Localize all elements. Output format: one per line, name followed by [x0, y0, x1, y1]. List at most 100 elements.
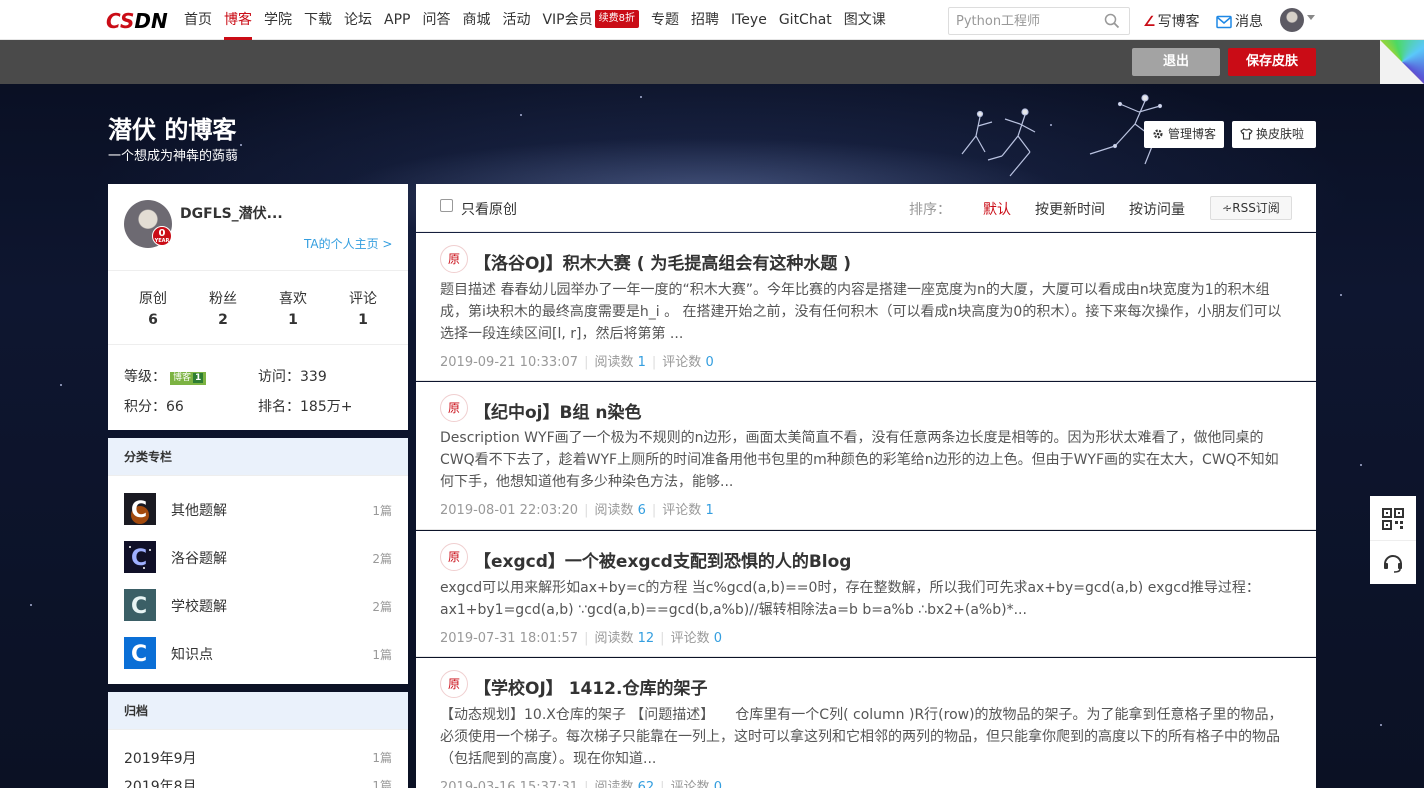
- level-badge[interactable]: 博客 1: [170, 372, 207, 385]
- write-blog-link[interactable]: ∠ 写博客: [1143, 11, 1200, 31]
- article-title[interactable]: 【学校OJ】 1412.仓库的架子: [474, 674, 707, 699]
- category-item[interactable]: C 知识点 1篇: [124, 637, 392, 669]
- archive-item[interactable]: 2019年8月 1篇: [124, 776, 392, 788]
- nav-link-iteye[interactable]: ITeye: [731, 0, 767, 40]
- stat-likes[interactable]: 喜欢 1: [258, 288, 328, 328]
- search-input[interactable]: [949, 8, 1097, 34]
- comments-label: 评论数: [662, 503, 702, 518]
- save-skin-button[interactable]: 保存皮肤: [1228, 48, 1316, 76]
- messages-link[interactable]: 消息: [1216, 11, 1263, 31]
- article-title[interactable]: 【洛谷OJ】积木大赛 ( 为毛提高组会有这种水题 ): [474, 249, 851, 274]
- article-date: 2019-08-01 22:03:20: [440, 503, 579, 518]
- category-name: 学校题解: [171, 599, 227, 615]
- comments-count[interactable]: 0: [714, 631, 722, 646]
- manage-blog-label: 管理博客: [1168, 127, 1217, 141]
- sort-default-option[interactable]: 默认: [983, 199, 1011, 219]
- csdn-logo[interactable]: CSDN: [106, 9, 168, 33]
- logo-suffix: DN: [134, 9, 168, 33]
- nav-link-topics[interactable]: 专题: [651, 0, 679, 40]
- rank-label: 排名：: [258, 399, 300, 415]
- article-item[interactable]: 原 【exgcd】一个被exgcd支配到恐惧的人的Blog exgcd可以用来解…: [416, 531, 1316, 657]
- vip-discount-badge: 续费8折: [594, 10, 639, 28]
- nav-link-events[interactable]: 活动: [502, 0, 530, 40]
- change-skin-button[interactable]: 换皮肤啦: [1232, 121, 1316, 148]
- nav-link-blog[interactable]: 博客: [224, 0, 252, 40]
- nav-link-forum[interactable]: 论坛: [344, 0, 372, 40]
- sort-updated-option[interactable]: 按更新时间: [1035, 199, 1105, 219]
- points-label: 积分：: [124, 399, 166, 415]
- article-title[interactable]: 【纪中oj】B组 n染色: [474, 398, 642, 423]
- only-original-checkbox[interactable]: [440, 199, 453, 212]
- manage-blog-button[interactable]: 管理博客: [1144, 121, 1224, 148]
- nav-link-vip[interactable]: VIP会员 续费8折: [542, 0, 639, 40]
- article-item[interactable]: 原 【学校OJ】 1412.仓库的架子 【动态规划】10.X仓库的架子 【问题描…: [416, 658, 1316, 788]
- profile-name[interactable]: DGFLS_潜伏...: [180, 203, 283, 223]
- category-count: 2篇: [372, 552, 392, 566]
- rss-subscribe-button[interactable]: ∻RSS订阅: [1210, 196, 1292, 220]
- nav-link-mall[interactable]: 商城: [462, 0, 490, 40]
- article-item[interactable]: 原 【纪中oj】B组 n染色 Description WYF画了一个极为不规则的…: [416, 382, 1316, 530]
- divider: [1370, 540, 1416, 541]
- personal-home-link[interactable]: TA的个人主页 >: [304, 235, 392, 252]
- main-nav: 首页 博客 学院 下载 论坛 APP 问答 商城 活动 VIP会员 续费8折 专题…: [184, 0, 898, 40]
- chevron-down-icon[interactable]: [1307, 15, 1315, 20]
- article-item[interactable]: 原 【洛谷OJ】积木大赛 ( 为毛提高组会有这种水题 ) 题目描述 春春幼儿园举…: [416, 233, 1316, 381]
- visits-label: 访问：: [258, 369, 300, 385]
- article-summary: exgcd可以用来解形如ax+by=c的方程 当c%gcd(a,b)==0时，存…: [440, 580, 1260, 618]
- comments-count[interactable]: 1: [705, 503, 713, 518]
- comments-count[interactable]: 0: [714, 780, 722, 788]
- rank-row: 排名：185万+: [258, 396, 352, 416]
- skin-color-corner-icon[interactable]: [1380, 40, 1424, 84]
- sort-label: 排序：: [909, 202, 951, 218]
- year-badge-text: YEAR: [154, 238, 170, 244]
- level-label: 等级：: [124, 369, 166, 385]
- nav-link-jobs[interactable]: 招聘: [691, 0, 719, 40]
- logout-button[interactable]: 退出: [1132, 48, 1220, 76]
- nav-link-app[interactable]: APP: [384, 0, 410, 40]
- level-badge-text: 博客: [173, 373, 192, 383]
- reads-label: 阅读数: [594, 355, 634, 370]
- category-thumbnail-icon: C: [124, 541, 156, 573]
- nav-link-qa[interactable]: 问答: [422, 0, 450, 40]
- category-count: 2篇: [372, 600, 392, 614]
- blog-subtitle: 一个想成为神犇的蒟蒻: [108, 149, 239, 164]
- stat-value: 1: [288, 312, 298, 328]
- original-badge: 原: [440, 670, 468, 698]
- category-count: 1篇: [372, 504, 392, 518]
- article-meta: 2019-09-21 10:33:07 | 阅读数 1 | 评论数 0: [440, 355, 714, 370]
- archive-item[interactable]: 2019年9月 1篇: [124, 748, 392, 768]
- nav-link-gitchat[interactable]: GitChat: [779, 0, 832, 40]
- customer-service-icon[interactable]: [1382, 552, 1404, 574]
- category-name: 洛谷题解: [171, 551, 227, 567]
- sort-views-option[interactable]: 按访问量: [1129, 199, 1185, 219]
- stat-fans[interactable]: 粉丝 2: [188, 288, 258, 328]
- category-item[interactable]: C 学校题解 2篇: [124, 589, 392, 621]
- shirt-icon: [1240, 128, 1253, 140]
- nav-link-home[interactable]: 首页: [184, 0, 212, 40]
- nav-link-courses[interactable]: 图文课: [844, 0, 886, 40]
- article-date: 2019-07-31 18:01:57: [440, 631, 579, 646]
- stat-comments[interactable]: 评论 1: [328, 288, 398, 328]
- only-original-label[interactable]: 只看原创: [461, 199, 517, 219]
- stat-value: 6: [148, 312, 158, 328]
- skin-toolbar: 退出 保存皮肤: [0, 40, 1424, 84]
- qr-code-icon[interactable]: [1382, 508, 1404, 530]
- category-item[interactable]: C 其他题解 1篇: [124, 493, 392, 525]
- messages-label: 消息: [1235, 14, 1263, 30]
- visits-value: 339: [300, 369, 327, 385]
- article-title[interactable]: 【exgcd】一个被exgcd支配到恐惧的人的Blog: [474, 547, 851, 572]
- search-icon[interactable]: [1104, 13, 1120, 33]
- nav-link-download[interactable]: 下载: [304, 0, 332, 40]
- user-avatar[interactable]: [1280, 8, 1304, 32]
- comments-count[interactable]: 0: [705, 355, 713, 370]
- category-item[interactable]: C 洛谷题解 2篇: [124, 541, 392, 573]
- change-skin-label: 换皮肤啦: [1256, 127, 1305, 141]
- stat-original[interactable]: 原创 6: [118, 288, 188, 328]
- category-thumbnail-icon: C: [124, 589, 156, 621]
- rank-value: 185万+: [300, 399, 353, 415]
- nav-link-academy[interactable]: 学院: [264, 0, 292, 40]
- original-badge: 原: [440, 543, 468, 571]
- svg-text:C: C: [131, 546, 147, 571]
- stat-label: 原创: [139, 291, 167, 307]
- article-summary: Description WYF画了一个极为不规则的n边形，画面太美简直不看，没有…: [440, 430, 1279, 490]
